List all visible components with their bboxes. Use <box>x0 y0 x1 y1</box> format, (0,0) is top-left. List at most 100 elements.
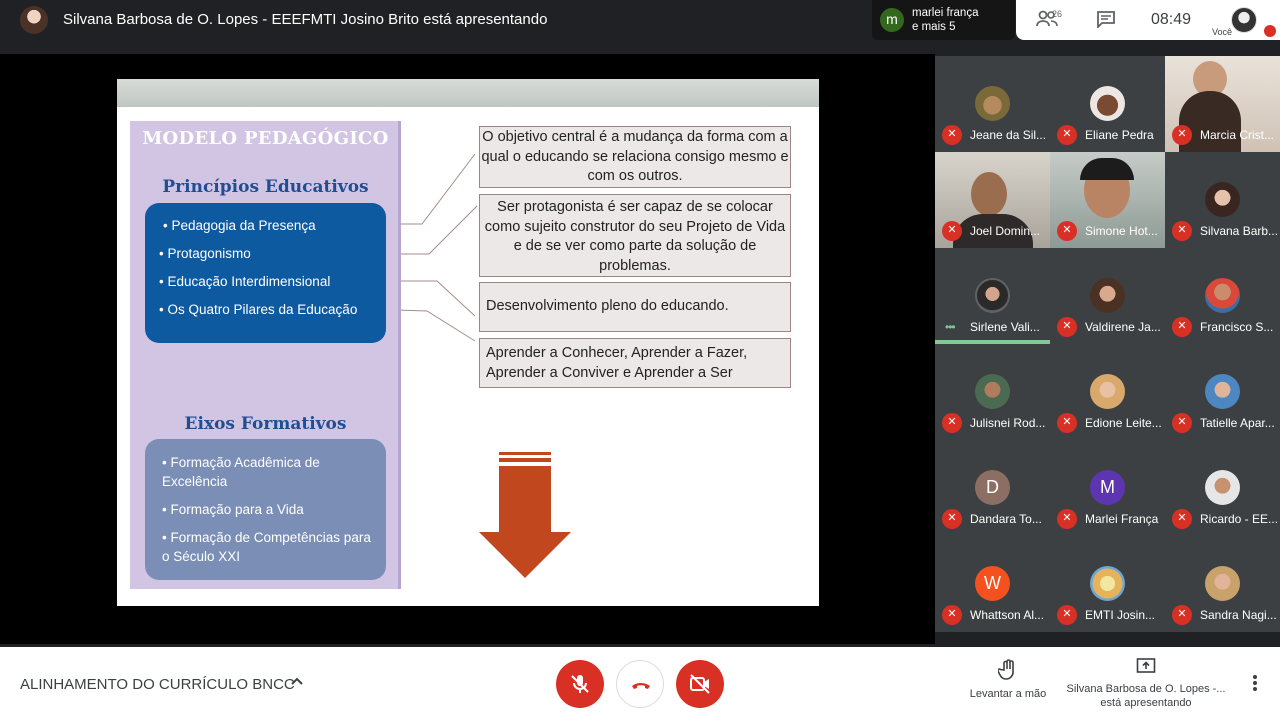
camera-off-button[interactable] <box>676 660 724 708</box>
muted-mic-icon: ✕ <box>1172 605 1192 625</box>
participant-video-tile[interactable]: ✕ Marcia Crist... <box>1165 56 1280 152</box>
participant-tile[interactable]: ✕ EMTI Josin... <box>1050 536 1165 632</box>
participant-tile[interactable]: ✕ Francisco S... <box>1165 248 1280 344</box>
presentation-slide: MODELO PEDAGÓGICO Princípios Educativos … <box>117 79 819 606</box>
participant-avatar <box>1205 566 1240 601</box>
participant-tile[interactable]: D ✕ Dandara To... <box>935 440 1050 536</box>
chat-preview-text: marlei frança e mais 5 <box>912 6 978 34</box>
section-heading-principios: Princípios Educativos <box>162 177 369 197</box>
participant-tile[interactable]: ✕ Tatielle Apar... <box>1165 344 1280 440</box>
participant-avatar <box>975 86 1010 121</box>
raise-hand-label: Levantar a mão <box>969 688 1047 700</box>
slide-title: MODELO PEDAGÓGICO <box>142 128 389 149</box>
participant-tile[interactable]: ✕ Jeane da Sil... <box>935 56 1050 152</box>
participant-tile[interactable]: ✕ Sandra Nagi... <box>1165 536 1280 632</box>
principle-item: • Protagonismo <box>159 246 251 261</box>
more-options-icon[interactable] <box>1247 675 1263 695</box>
participant-tile[interactable]: ✕ Edione Leite... <box>1050 344 1165 440</box>
meeting-title[interactable]: ALINHAMENTO DO CURRÍCULO BNCC <box>20 676 295 693</box>
muted-mic-icon: ✕ <box>1172 221 1192 241</box>
muted-mic-icon: ✕ <box>942 413 962 433</box>
participant-tile[interactable]: M ✕ Marlei França <box>1050 440 1165 536</box>
participant-name: Sandra Nagi... <box>1200 608 1277 622</box>
participant-name: Tatielle Apar... <box>1200 416 1275 430</box>
participants-count: 26 <box>1052 9 1063 19</box>
muted-mic-icon: ✕ <box>942 221 962 241</box>
muted-mic-icon: ✕ <box>942 125 962 145</box>
clock: 08:49 <box>1151 11 1192 28</box>
text-box-pillars: Aprender a Conhecer, Aprender a Fazer, A… <box>479 338 791 388</box>
principle-item: • Educação Interdimensional <box>159 274 331 289</box>
participant-avatar <box>975 374 1010 409</box>
participant-avatar <box>1205 182 1240 217</box>
participant-name: Eliane Pedra <box>1085 128 1154 142</box>
muted-mic-icon: ✕ <box>1172 317 1192 337</box>
muted-mic-icon: ✕ <box>1057 125 1077 145</box>
self-label: Você <box>1212 27 1233 37</box>
participant-video-tile[interactable]: ✕ Simone Hot... <box>1050 152 1165 248</box>
presenting-line1: Silvana Barbosa de O. Lopes -... <box>1066 683 1226 695</box>
chat-more-count: e mais 5 <box>912 21 956 33</box>
present-screen-icon <box>1136 658 1156 673</box>
video-off-icon <box>690 674 710 694</box>
mic-off-icon <box>571 675 589 693</box>
participant-avatar <box>1205 374 1240 409</box>
muted-mic-icon: ✕ <box>1057 413 1077 433</box>
video-face <box>971 172 1007 216</box>
axis-item: • Formação para a Vida <box>162 502 304 517</box>
bottom-toolbar: ALINHAMENTO DO CURRÍCULO BNCC Levantar a… <box>0 647 1280 720</box>
chat-icon[interactable] <box>1096 10 1116 33</box>
participant-tile[interactable]: ✕ Eliane Pedra <box>1050 56 1165 152</box>
hand-icon <box>997 659 1014 680</box>
presenter-title: Silvana Barbosa de O. Lopes - EEEFMTI Jo… <box>63 11 548 28</box>
principle-item: • Os Quatro Pilares da Educação <box>159 302 358 317</box>
raise-hand-button[interactable]: Levantar a mão <box>966 659 1050 700</box>
participant-grid: ✕ Jeane da Sil... ✕ Eliane Pedra ✕ Marci… <box>935 56 1280 632</box>
chat-sender-avatar: m <box>880 8 904 32</box>
muted-mic-icon: ✕ <box>942 509 962 529</box>
muted-mic-icon: ✕ <box>1057 605 1077 625</box>
speaking-indicator-icon: ••• <box>945 320 956 334</box>
principle-item: • Pedagogia da Presença <box>163 218 316 233</box>
participant-tile[interactable]: ✕ Silvana Barb... <box>1165 152 1280 248</box>
presentation-status-button[interactable]: Silvana Barbosa de O. Lopes -... está ap… <box>1066 657 1226 710</box>
video-hair <box>1080 158 1134 180</box>
muted-mic-icon: ✕ <box>1172 125 1192 145</box>
participant-avatar <box>1090 278 1125 313</box>
axes-box: • Formação Acadêmica de Excelência • For… <box>145 439 386 580</box>
leave-call-button[interactable] <box>616 660 664 708</box>
left-panel: MODELO PEDAGÓGICO Princípios Educativos … <box>130 121 401 589</box>
participant-name: EMTI Josin... <box>1085 608 1156 622</box>
muted-mic-icon: ✕ <box>942 605 962 625</box>
participant-name: Whattson Al... <box>970 608 1045 622</box>
participant-tile[interactable]: ••• Sirlene Vali... <box>935 248 1050 344</box>
muted-mic-icon: ✕ <box>1172 413 1192 433</box>
muted-mic-icon: ✕ <box>1057 509 1077 529</box>
muted-mic-icon: ✕ <box>1057 317 1077 337</box>
self-muted-icon <box>1264 25 1276 37</box>
participant-tile[interactable]: W ✕ Whattson Al... <box>935 536 1050 632</box>
participant-video-tile[interactable]: ✕ Joel Domin... <box>935 152 1050 248</box>
self-avatar[interactable] <box>1231 7 1257 33</box>
participant-name: Sirlene Vali... <box>970 320 1040 334</box>
participant-name: Ricardo - EE... <box>1200 512 1278 526</box>
principles-box: • Pedagogia da Presença • Protagonismo •… <box>145 203 386 343</box>
participant-name: Edione Leite... <box>1085 416 1162 430</box>
participant-name: Francisco S... <box>1200 320 1274 334</box>
chat-sender-name: marlei frança <box>912 7 979 19</box>
participant-name: Marcia Crist... <box>1200 128 1275 142</box>
participant-tile[interactable]: ✕ Julisnei Rod... <box>935 344 1050 440</box>
chevron-up-icon[interactable] <box>291 674 303 689</box>
participant-avatar <box>1090 566 1125 601</box>
participant-avatar <box>1090 86 1125 121</box>
participant-initial-avatar: M <box>1090 470 1125 505</box>
participant-avatar <box>1205 470 1240 505</box>
participant-initial-avatar: W <box>975 566 1010 601</box>
presenter-avatar <box>20 6 48 34</box>
axis-item: • Formação de Competências para o Século… <box>162 530 371 564</box>
chat-notification[interactable]: m marlei frança e mais 5 <box>872 0 1015 40</box>
participant-tile[interactable]: ✕ Ricardo - EE... <box>1165 440 1280 536</box>
presenting-line2: está apresentando <box>1100 697 1192 709</box>
participant-tile[interactable]: ✕ Valdirene Ja... <box>1050 248 1165 344</box>
microphone-off-button[interactable] <box>556 660 604 708</box>
